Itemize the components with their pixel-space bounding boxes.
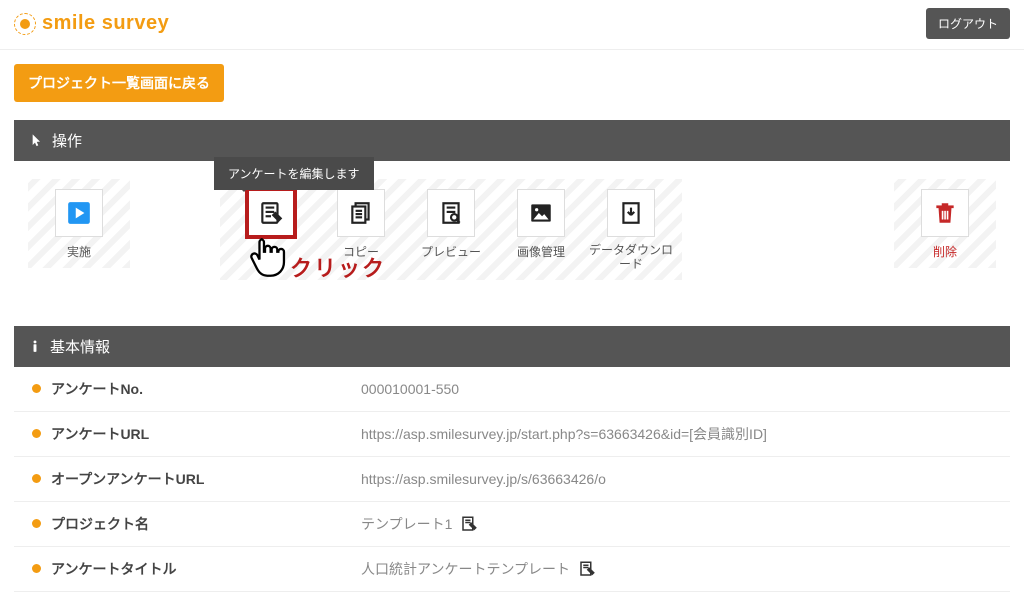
action-image[interactable]: 画像管理 <box>496 189 586 272</box>
info-label: プロジェクト名 <box>51 514 361 534</box>
bullet-icon <box>32 384 41 393</box>
info-value: https://asp.smilesurvey.jp/s/63663426/o <box>361 471 606 487</box>
info-row-survey-url: アンケートURL https://asp.smilesurvey.jp/star… <box>14 412 1010 457</box>
bullet-icon <box>32 474 41 483</box>
info-row-project-name: プロジェクト名 テンプレート1 <box>14 502 1010 547</box>
action-download[interactable]: データダウンロード <box>586 189 676 272</box>
preview-icon <box>427 189 475 237</box>
info-label: アンケートNo. <box>51 379 361 399</box>
info-row-survey-title: アンケートタイトル 人口統計アンケートテンプレート <box>14 547 1010 592</box>
image-icon <box>517 189 565 237</box>
download-icon <box>607 189 655 237</box>
edit-icon <box>247 189 295 237</box>
info-value: https://asp.smilesurvey.jp/start.php?s=6… <box>361 424 767 444</box>
edit-inline-icon[interactable] <box>460 515 478 533</box>
action-label: 削除 <box>933 243 957 260</box>
bullet-icon <box>32 564 41 573</box>
action-label: 実施 <box>67 243 91 260</box>
action-label: 画像管理 <box>517 243 565 260</box>
operations-panel: 操作 アンケートを編集します 実施 <box>14 120 1010 308</box>
info-label: オープンアンケートURL <box>51 469 361 489</box>
back-to-projects-button[interactable]: プロジェクト一覧画面に戻る <box>14 64 224 102</box>
action-preview[interactable]: プレビュー <box>406 189 496 272</box>
info-value: 000010001-550 <box>361 381 459 397</box>
action-delete[interactable]: 削除 <box>900 189 990 260</box>
bullet-icon <box>32 429 41 438</box>
info-value: 人口統計アンケートテンプレート <box>361 559 570 579</box>
bullet-icon <box>32 519 41 528</box>
info-label: アンケートタイトル <box>51 559 361 579</box>
info-title: 基本情報 <box>50 336 110 357</box>
trash-icon <box>921 189 969 237</box>
logo: smile survey <box>14 12 169 35</box>
copy-icon <box>337 189 385 237</box>
action-run[interactable]: 実施 <box>34 189 124 260</box>
operations-panel-header: 操作 <box>14 120 1010 161</box>
info-icon <box>28 339 42 353</box>
info-row-open-url: オープンアンケートURL https://asp.smilesurvey.jp/… <box>14 457 1010 502</box>
info-label: アンケートURL <box>51 424 361 444</box>
info-panel-header: 基本情報 <box>14 326 1010 367</box>
action-label: プレビュー <box>421 243 481 260</box>
info-row-survey-no: アンケートNo. 000010001-550 <box>14 367 1010 412</box>
edit-tooltip: アンケートを編集します <box>214 157 374 190</box>
click-annotation: クリック <box>290 251 386 283</box>
top-bar: smile survey ログアウト <box>0 0 1024 50</box>
run-icon <box>55 189 103 237</box>
operations-title: 操作 <box>52 130 82 151</box>
logo-text: smile survey <box>42 12 169 35</box>
info-value: テンプレート1 <box>361 514 452 534</box>
info-panel: 基本情報 アンケートNo. 000010001-550 アンケートURL htt… <box>14 326 1010 592</box>
pointer-icon <box>28 133 44 149</box>
operations-body: アンケートを編集します 実施 編集 <box>14 161 1010 308</box>
edit-inline-icon[interactable] <box>578 560 596 578</box>
action-label: データダウンロード <box>586 243 676 272</box>
logo-icon <box>14 13 36 35</box>
logout-button[interactable]: ログアウト <box>926 8 1010 39</box>
